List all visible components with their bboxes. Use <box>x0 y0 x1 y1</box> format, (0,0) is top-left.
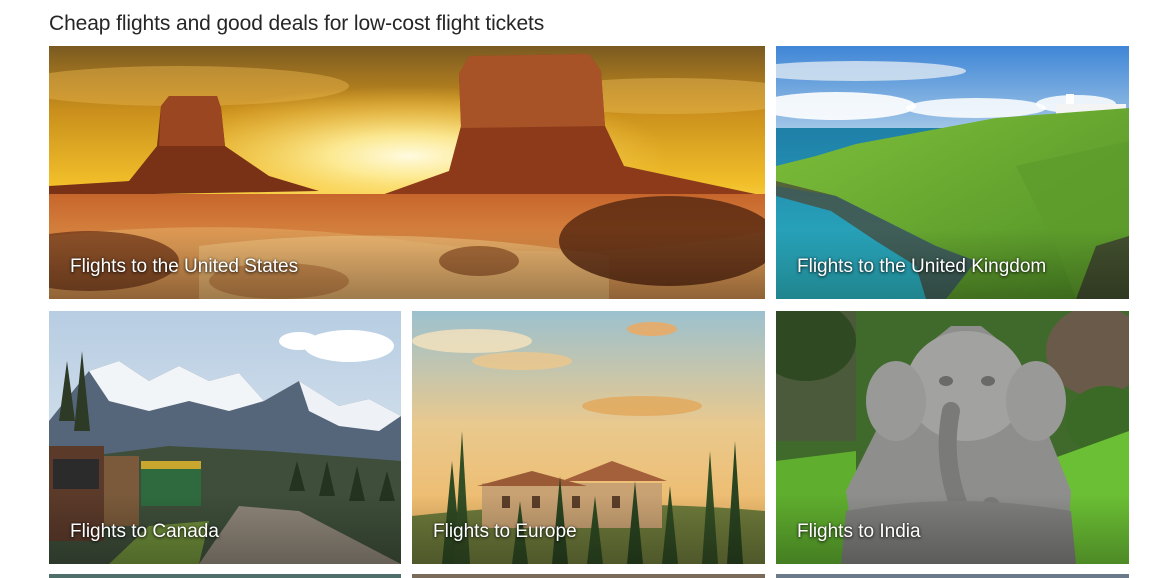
destination-card-united-states[interactable]: Flights to the United States <box>49 46 765 299</box>
next-row-card-peek <box>49 574 401 578</box>
destination-label: Flights to the United Kingdom <box>797 256 1047 277</box>
destination-card-united-kingdom[interactable]: Flights to the United Kingdom <box>776 46 1129 299</box>
destination-label: Flights to Europe <box>433 521 577 542</box>
next-row-card-peek <box>412 574 765 578</box>
destination-card-canada[interactable]: Flights to Canada <box>49 311 401 564</box>
destination-label: Flights to Canada <box>70 521 219 542</box>
destination-card-europe[interactable]: Flights to Europe <box>412 311 765 564</box>
destination-label: Flights to the United States <box>70 256 299 277</box>
destination-label: Flights to India <box>797 521 921 542</box>
destination-card-india[interactable]: Flights to India <box>776 311 1129 564</box>
section-title: Cheap flights and good deals for low-cos… <box>49 12 545 35</box>
next-row-card-peek <box>776 574 1129 578</box>
